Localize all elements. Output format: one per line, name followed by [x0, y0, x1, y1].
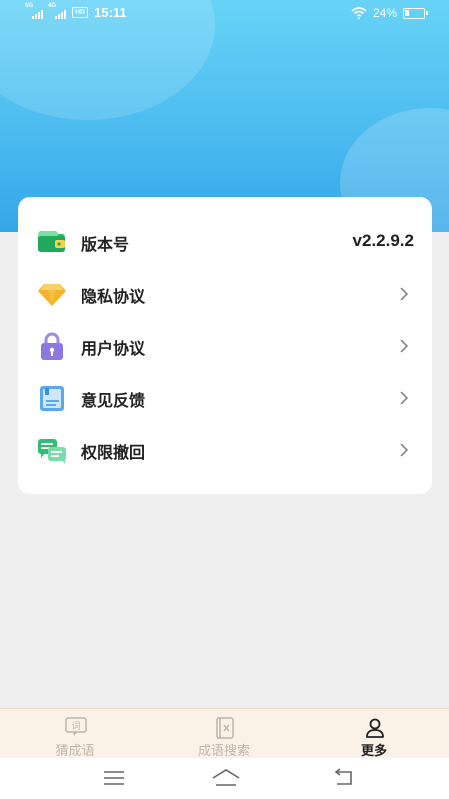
lock-icon: [41, 332, 63, 360]
privacy-policy-row[interactable]: 隐私协议: [18, 268, 432, 320]
permission-revoke-label: 权限撤回: [81, 443, 146, 462]
version-value: v2.2.9.2: [352, 231, 414, 250]
home-icon[interactable]: [211, 767, 241, 789]
privacy-policy-label: 隐私协议: [81, 287, 146, 306]
chevron-right-icon: [400, 443, 409, 457]
settings-card: 版本号 v2.2.9.2 隐私协议 用户协议 意见反馈 权限撤回: [18, 197, 432, 494]
feedback-label: 意见反馈: [81, 391, 146, 410]
notebook-icon: [40, 386, 64, 411]
feedback-row[interactable]: 意见反馈: [18, 372, 432, 424]
signal-icon: 5G: [25, 3, 43, 19]
tab-idiom-search[interactable]: 成语搜索: [169, 709, 279, 759]
chevron-right-icon: [400, 391, 409, 405]
signal-icon: 4G: [48, 3, 66, 19]
status-bar: 5G 4G HD 15:11 24%: [0, 0, 449, 28]
battery-icon: [403, 7, 428, 19]
clock: 15:11: [94, 5, 127, 20]
chevron-right-icon: [400, 287, 409, 301]
wifi-icon: [351, 7, 367, 19]
user-agreement-label: 用户协议: [81, 339, 146, 358]
wallet-icon: [38, 231, 65, 252]
back-icon[interactable]: [331, 767, 357, 789]
permission-revoke-row[interactable]: 权限撤回: [18, 424, 432, 476]
hd-badge: HD: [72, 7, 89, 18]
tab-guess-idiom[interactable]: 词 猜成语: [20, 709, 130, 759]
system-navigation-bar: [0, 758, 449, 799]
tab-label: 猜成语: [55, 744, 95, 759]
chevron-right-icon: [400, 339, 409, 353]
dictionary-icon: [216, 717, 234, 739]
version-label: 版本号: [81, 235, 130, 254]
word-card-icon: 词: [65, 717, 87, 736]
diamond-icon: [38, 284, 66, 306]
svg-text:词: 词: [71, 721, 80, 732]
tab-more[interactable]: 更多: [319, 709, 429, 759]
person-icon: [366, 718, 384, 738]
user-agreement-row[interactable]: 用户协议: [18, 320, 432, 372]
tab-label: 成语搜索: [197, 744, 250, 759]
version-row: 版本号 v2.2.9.2: [18, 216, 432, 268]
tab-label: 更多: [360, 744, 387, 759]
menu-icon[interactable]: [101, 767, 127, 789]
chat-bubbles-icon: [38, 439, 66, 464]
bottom-tab-bar: 词 猜成语 成语搜索 更多: [0, 708, 449, 759]
battery-percent: 24%: [372, 6, 397, 20]
